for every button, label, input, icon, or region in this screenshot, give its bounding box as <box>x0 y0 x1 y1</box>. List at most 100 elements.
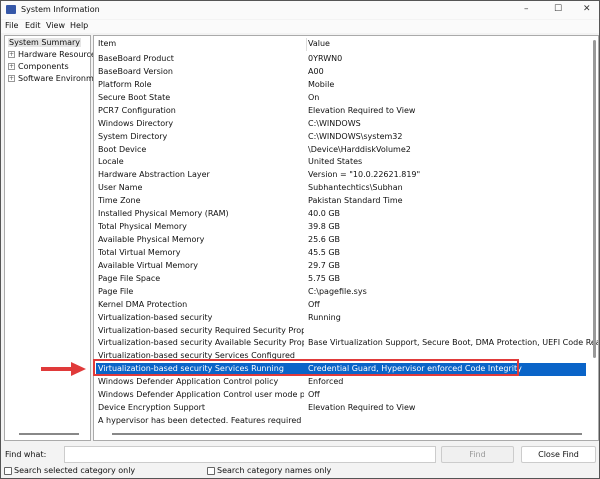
list-header: Item Value <box>96 38 586 51</box>
find-button[interactable]: Find <box>441 446 514 463</box>
maximize-button[interactable]: ☐ <box>554 4 562 14</box>
minimize-button[interactable]: – <box>524 4 529 14</box>
value-cell: 29.7 GB <box>308 260 341 270</box>
item-cell: Kernel DMA Protection <box>98 299 188 309</box>
table-row[interactable]: Locale United States <box>96 156 586 169</box>
table-row[interactable]: Windows Directory C:\WINDOWS <box>96 118 586 131</box>
table-row[interactable]: Virtualization-based security Available … <box>96 337 598 350</box>
table-row[interactable]: User Name Subhantechtics\Subhan <box>96 182 586 195</box>
vertical-scrollbar[interactable] <box>593 40 596 358</box>
item-cell: Total Physical Memory <box>98 222 187 232</box>
value-cell: Subhantechtics\Subhan <box>308 183 403 193</box>
item-cell: Virtualization-based security Available … <box>98 338 304 348</box>
table-row[interactable]: Page File C:\pagefile.sys <box>96 286 586 299</box>
value-cell: Elevation Required to View <box>308 105 416 115</box>
item-cell: Windows Defender Application Control use… <box>98 390 304 400</box>
item-cell: PCR7 Configuration <box>98 105 176 115</box>
value-cell: 39.8 GB <box>308 222 341 232</box>
checkbox-icon[interactable] <box>207 466 215 475</box>
annotation-highlight-box <box>93 359 519 376</box>
close-button[interactable]: ✕ <box>583 4 591 14</box>
search-category-names-checkbox[interactable]: Search category names only <box>207 466 331 475</box>
table-row[interactable]: Platform Role Mobile <box>96 79 586 92</box>
table-row[interactable]: Boot Device \Device\HarddiskVolume2 <box>96 144 586 157</box>
find-what-input[interactable] <box>64 446 436 463</box>
item-cell: Locale <box>98 157 124 167</box>
menu-view[interactable]: View <box>46 21 65 30</box>
table-row[interactable]: A hypervisor has been detected. Features… <box>96 415 586 428</box>
table-row[interactable]: Page File Space 5.75 GB <box>96 273 586 286</box>
menu-bar: File Edit View Help <box>1 20 599 33</box>
checkbox-label: Search selected category only <box>14 466 136 475</box>
value-cell: \Device\HarddiskVolume2 <box>308 144 411 154</box>
value-cell: United States <box>308 157 363 167</box>
table-row[interactable]: Windows Defender Application Control pol… <box>96 376 586 389</box>
item-cell: Page File <box>98 286 134 296</box>
table-row[interactable]: Total Physical Memory 39.8 GB <box>96 221 586 234</box>
item-cell: Available Virtual Memory <box>98 260 198 270</box>
item-cell: Hardware Abstraction Layer <box>98 170 210 180</box>
item-cell: Page File Space <box>98 273 161 283</box>
column-header-value[interactable]: Value <box>308 39 330 48</box>
column-header-item[interactable]: Item <box>98 39 116 48</box>
item-cell: Virtualization-based security <box>98 312 213 322</box>
window-title: System Information <box>21 5 100 14</box>
expand-icon[interactable]: + <box>8 75 15 82</box>
value-cell: 0YRWN0 <box>308 54 343 63</box>
title-bar: System Information – ☐ ✕ <box>1 1 599 19</box>
item-cell: System Directory <box>98 131 168 141</box>
value-cell: On <box>308 92 320 102</box>
checkbox-icon[interactable] <box>4 466 12 475</box>
tree-item-system-summary[interactable]: System Summary <box>8 38 82 47</box>
close-find-button[interactable]: Close Find <box>521 446 596 463</box>
horizontal-scrollbar[interactable] <box>112 433 582 435</box>
tree-item-hardware-resources[interactable]: + Hardware Resources <box>8 50 100 59</box>
table-row[interactable]: Available Physical Memory 25.6 GB <box>96 234 586 247</box>
table-row[interactable]: BaseBoard Version A00 <box>96 66 586 79</box>
table-row[interactable]: System Directory C:\WINDOWS\system32 <box>96 131 586 144</box>
table-row[interactable]: Installed Physical Memory (RAM) 40.0 GB <box>96 208 586 221</box>
item-cell: A hypervisor has been detected. Features… <box>98 416 304 426</box>
table-row[interactable]: BaseBoard Product 0YRWN0 <box>96 53 586 66</box>
expand-icon[interactable]: + <box>8 63 15 70</box>
expand-icon[interactable]: + <box>8 51 15 58</box>
item-cell: BaseBoard Version <box>98 66 173 76</box>
column-divider[interactable] <box>306 38 307 51</box>
checkbox-label: Search category names only <box>217 466 332 475</box>
table-row[interactable]: Device Encryption Support Elevation Requi… <box>96 402 586 415</box>
table-row[interactable]: Hardware Abstraction Layer Version = "10.… <box>96 169 586 182</box>
details-list: Item Value BaseBoard Product 0YRWN0 BaseBo… <box>93 35 599 441</box>
value-cell: C:\WINDOWS <box>308 118 361 128</box>
annotation-arrow-icon <box>41 362 86 376</box>
menu-edit[interactable]: Edit <box>25 21 41 30</box>
value-cell: Version = "10.0.22621.819" <box>308 170 421 180</box>
system-information-app-icon <box>6 5 16 14</box>
item-cell: BaseBoard Product <box>98 54 174 63</box>
find-what-label: Find what: <box>5 450 47 459</box>
table-row[interactable]: Secure Boot State On <box>96 92 586 105</box>
tree-horizontal-scrollbar[interactable] <box>19 433 79 435</box>
value-cell: C:\pagefile.sys <box>308 286 367 296</box>
table-row[interactable]: Virtualization-based security Running <box>96 312 586 325</box>
item-cell: Installed Physical Memory (RAM) <box>98 209 229 219</box>
table-row[interactable]: Virtualization-based security Required S… <box>96 325 586 338</box>
item-cell: Virtualization-based security Required S… <box>98 325 304 335</box>
tree-item-components[interactable]: + Components <box>8 62 69 71</box>
value-cell: Elevation Required to View <box>308 403 416 413</box>
tree-label: Components <box>18 62 69 71</box>
table-row[interactable]: Total Virtual Memory 45.5 GB <box>96 247 586 260</box>
category-tree: System Summary + Hardware Resources + Comp… <box>4 35 107 441</box>
search-selected-category-checkbox[interactable]: Search selected category only <box>4 466 135 475</box>
item-cell: Secure Boot State <box>98 92 171 102</box>
system-information-window: System Information – ☐ ✕ File Edit View … <box>0 0 600 479</box>
table-row[interactable]: Time Zone Pakistan Standard Time <box>96 195 586 208</box>
table-row[interactable]: Windows Defender Application Control use… <box>96 389 586 402</box>
menu-file[interactable]: File <box>5 21 18 30</box>
table-row[interactable]: PCR7 Configuration Elevation Required to … <box>96 105 586 118</box>
table-row[interactable]: Available Virtual Memory 29.7 GB <box>96 260 586 273</box>
item-cell: Device Encryption Support <box>98 403 206 413</box>
item-cell: Total Virtual Memory <box>98 247 181 257</box>
value-cell: Pakistan Standard Time <box>308 196 403 206</box>
menu-help[interactable]: Help <box>70 21 88 30</box>
table-row[interactable]: Kernel DMA Protection Off <box>96 299 586 312</box>
